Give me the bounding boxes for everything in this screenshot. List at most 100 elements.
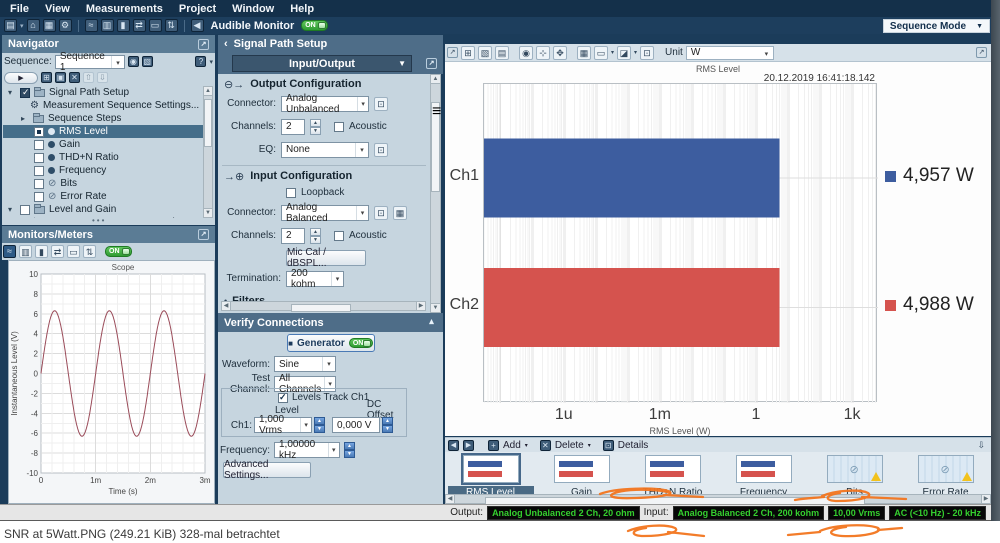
menu-view[interactable]: View — [45, 3, 70, 15]
menu-window[interactable]: Window — [232, 3, 274, 15]
eq-select[interactable]: None▾ — [281, 142, 369, 158]
tree-item-rms-level[interactable]: RMS Level — [3, 125, 205, 138]
gallery-item-error-rate[interactable]: ⊘ Error Rate — [900, 452, 991, 494]
gallery-item-bits[interactable]: ⊘ Bits — [809, 452, 900, 494]
signal-path-vscrollbar[interactable]: ▲≡ ▼ — [430, 74, 441, 313]
tree-item-sequence-steps[interactable]: ▸Sequence Steps — [3, 112, 205, 125]
output-channels-stepper[interactable]: ▲▼ — [310, 119, 321, 135]
move-up-icon[interactable]: ⇧ — [83, 72, 94, 83]
unit-select[interactable]: W▾ — [686, 46, 774, 60]
verify-pin-icon[interactable]: ▴ — [426, 317, 437, 328]
gallery-item-gain[interactable]: Gain — [536, 452, 627, 494]
graph-popout-icon[interactable]: ↗ — [447, 47, 458, 58]
output-channels-value[interactable]: 2 — [281, 119, 305, 135]
sequence-settings-icon[interactable]: ◉ — [128, 56, 139, 67]
tree-item-gain[interactable]: Gain — [3, 138, 205, 151]
termination-select[interactable]: 200 kohm▾ — [286, 271, 344, 287]
signal-path-popout-icon[interactable]: ↗ — [426, 58, 437, 69]
new-graph-icon[interactable]: ▧ — [478, 46, 492, 60]
regulation-icon[interactable]: ⇅ — [165, 19, 178, 32]
back-chevron-icon[interactable]: ‹ — [224, 38, 228, 50]
input-channels-value[interactable]: 2 — [281, 228, 305, 244]
settings-gear-icon[interactable]: ⚙ — [59, 19, 72, 32]
waveform-select[interactable]: Sine▾ — [274, 356, 336, 372]
frequency-stepper[interactable]: ▲▼ — [344, 442, 355, 458]
tree-item-signal-path-setup[interactable]: ▾Signal Path Setup — [3, 86, 205, 99]
monitor-on-toggle[interactable]: ON — [105, 246, 132, 257]
regulation-tab-icon[interactable]: ⇅ — [83, 245, 96, 258]
status-coupling-badge[interactable]: AC (<10 Hz) - 20 kHz — [889, 506, 986, 520]
tree-item-measurement-sequence-settings[interactable]: ⚙Measurement Sequence Settings... — [3, 99, 205, 112]
zoom-extents-icon[interactable]: ⊹ — [536, 46, 550, 60]
output-connector-select[interactable]: Analog Unbalanced▾ — [281, 96, 369, 112]
graph-style-dropdown-icon[interactable]: ▾ — [634, 49, 637, 56]
io-tab-icon[interactable]: ⇄ — [51, 245, 64, 258]
level-monitor-icon[interactable]: ▮ — [117, 19, 130, 32]
zoom-icon[interactable]: ◉ — [519, 46, 533, 60]
io-selector-dropdown[interactable]: Input/Output ▼ — [232, 55, 412, 72]
export-image-icon[interactable]: ▭ — [594, 46, 608, 60]
tree-item-frequency[interactable]: Frequency — [3, 164, 205, 177]
input-connector-settings-icon[interactable]: ⊡ — [374, 206, 388, 220]
tree-item-error-rate[interactable]: ⊘Error Rate — [3, 190, 205, 203]
navigator-popout-icon[interactable]: ↗ — [198, 39, 209, 50]
add-measurement-button[interactable]: Add — [503, 440, 521, 451]
new-project-icon[interactable]: ▤ — [4, 19, 17, 32]
gallery-item-rms-level[interactable]: RMS Level — [445, 452, 536, 494]
graph-popout-icon-right[interactable]: ↗ — [976, 47, 987, 58]
tree-item-thdn-ratio[interactable]: THD+N Ratio — [3, 151, 205, 164]
move-down-icon[interactable]: ⇩ — [97, 72, 108, 83]
add-dropdown-icon[interactable]: ▾ — [525, 442, 528, 449]
tree-scrollbar[interactable]: ▲ ▼ — [203, 86, 213, 218]
meters-monitor-icon[interactable]: ▭ — [149, 19, 162, 32]
meters-tab-icon[interactable]: ▭ — [67, 245, 80, 258]
input-acoustic-checkbox[interactable] — [334, 231, 344, 241]
status-input-badge[interactable]: Analog Balanced 2 Ch, 200 kohm — [673, 506, 825, 520]
input-connector-select[interactable]: Analog Balanced▾ — [281, 205, 369, 221]
generator-on-toggle[interactable]: ON — [349, 338, 373, 348]
graph-settings-icon[interactable]: ⊡ — [640, 46, 654, 60]
open-project-icon[interactable]: ⌂ — [27, 19, 40, 32]
data-grid-icon[interactable]: ▦ — [577, 46, 591, 60]
advanced-settings-button[interactable]: Advanced Settings... — [223, 462, 311, 478]
export-image-dropdown-icon[interactable]: ▾ — [611, 49, 614, 56]
delete-measurement-button[interactable]: Delete — [555, 440, 584, 451]
tree-item-level-and-gain[interactable]: ▾Level and Gain — [3, 203, 205, 216]
level-tab-icon[interactable]: ▮ — [35, 245, 48, 258]
delete-icon[interactable]: ✕ — [540, 440, 551, 451]
audible-monitor-on-toggle[interactable]: ON — [301, 20, 328, 31]
ch1-level-stepper[interactable]: ▲▼ — [314, 417, 325, 433]
speaker-icon[interactable]: ◀ — [191, 19, 204, 32]
output-acoustic-checkbox[interactable] — [334, 122, 344, 132]
levels-track-checkbox[interactable] — [278, 393, 288, 403]
tree-item-bits[interactable]: ⊘Bits — [3, 177, 205, 190]
help-dropdown-icon[interactable]: ▾ — [209, 58, 213, 66]
menu-project[interactable]: Project — [179, 3, 216, 15]
first-measurement-icon[interactable]: ◀ — [448, 440, 459, 451]
output-connector-settings-icon[interactable]: ⊡ — [374, 97, 388, 111]
run-sequence-button[interactable]: ▶ — [4, 72, 38, 84]
graph-style-icon[interactable]: ◪ — [617, 46, 631, 60]
pan-icon[interactable]: ✥ — [553, 46, 567, 60]
scope-tab-icon[interactable]: ≈ — [3, 245, 16, 258]
save-icon[interactable]: ▦ — [43, 19, 56, 32]
loopback-checkbox[interactable] — [286, 188, 296, 198]
status-output-badge[interactable]: Analog Unbalanced 2 Ch, 20 ohm — [487, 506, 640, 520]
input-channels-stepper[interactable]: ▲▼ — [310, 228, 321, 244]
sequence-select[interactable]: Sequence 1▾ — [55, 55, 125, 69]
fft-tab-icon[interactable]: ▥ — [19, 245, 32, 258]
add-icon[interactable]: + — [488, 440, 499, 451]
monitors-popout-icon[interactable]: ↗ — [198, 229, 209, 240]
status-range-badge[interactable]: 10,00 Vrms — [828, 506, 885, 520]
ch1-level-select[interactable]: 1,000 Vrms▾ — [254, 417, 312, 433]
delete-dropdown-icon[interactable]: ▾ — [588, 442, 591, 449]
mic-cal-button[interactable]: Mic Cal / dBSPL... — [286, 250, 366, 266]
gallery-pin-icon[interactable]: ⇩ — [977, 440, 985, 451]
menu-file[interactable]: File — [10, 3, 29, 15]
sequence-mode-button[interactable]: Sequence Mode▼ — [883, 19, 990, 33]
run-selected-icon[interactable]: ⊞ — [41, 72, 52, 83]
eq-settings-icon[interactable]: ⊡ — [374, 143, 388, 157]
dc-offset-stepper[interactable]: ▲▼ — [382, 417, 393, 433]
gallery-item-frequency[interactable]: Frequency — [718, 452, 809, 494]
append-measurement-icon[interactable]: ▣ — [55, 72, 66, 83]
